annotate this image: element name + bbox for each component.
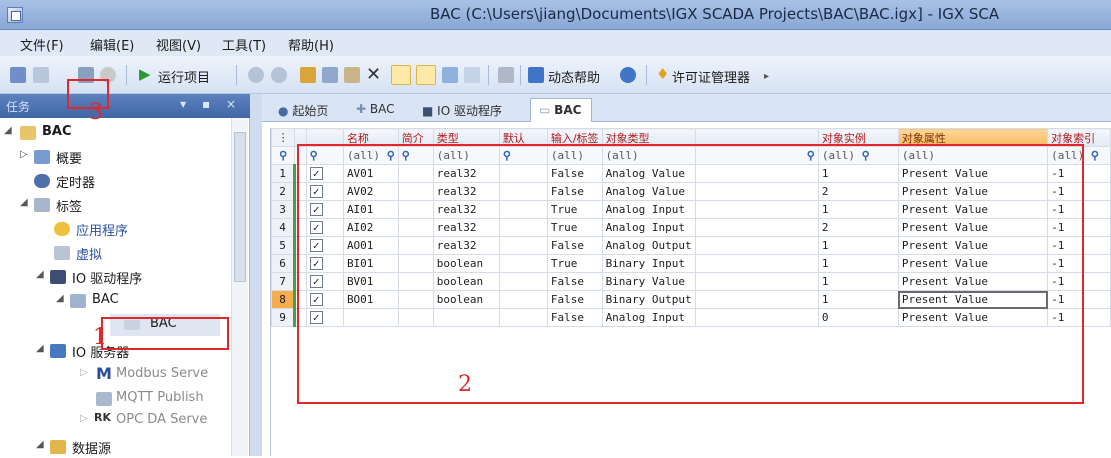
cut-icon[interactable] <box>300 67 316 83</box>
home-icon: ● <box>278 104 289 118</box>
collapse-icon[interactable]: ◢ <box>36 343 46 354</box>
list-view-icon[interactable] <box>416 65 436 85</box>
menu-file[interactable]: 文件(F) <box>20 35 64 54</box>
row-number[interactable]: 5 <box>270 236 296 255</box>
row-number[interactable]: 6 <box>270 254 296 273</box>
dynamic-help-icon[interactable] <box>528 67 544 83</box>
project-icon <box>20 126 36 140</box>
annotation-number-1: 1 <box>93 325 107 350</box>
device-icon: ▭ <box>539 103 551 117</box>
row-number[interactable]: 1 <box>270 164 296 183</box>
annotation-box-1 <box>101 317 229 350</box>
row-number[interactable]: 9 <box>270 308 296 327</box>
undo-icon[interactable] <box>248 67 264 83</box>
filter-row-icon: ⚲ <box>270 146 296 165</box>
mqtt-icon <box>96 392 112 406</box>
clock-icon <box>34 174 50 188</box>
io-driver-icon: ■ <box>422 104 434 118</box>
toolbar-separator <box>646 65 647 85</box>
redo-icon[interactable] <box>271 67 287 83</box>
document-tabs: ● 起始页 ✚ BAC ■ IO 驱动程序 ▭ BAC <box>262 94 1111 122</box>
annotation-box-2 <box>297 144 1084 404</box>
run-icon[interactable]: ▶ <box>139 66 151 82</box>
row-number[interactable]: 8 <box>270 290 296 309</box>
collapse-icon[interactable]: ◢ <box>4 125 14 136</box>
toolbar-separator <box>126 65 127 85</box>
license-icon[interactable]: ♦ <box>656 65 669 83</box>
row-selector-header[interactable]: ⋮ <box>270 128 296 147</box>
collapse-icon[interactable]: ◢ <box>56 293 66 304</box>
panel-splitter[interactable] <box>250 94 262 456</box>
tab-io-drivers[interactable]: ■ IO 驱动程序 <box>414 98 512 122</box>
project-tree: ◢ BAC ▷ 概要 定时器 ◢ 标签 应用程序 虚拟 ◢ IO 驱动程序 ◢ … <box>0 118 250 457</box>
copy-icon[interactable] <box>322 67 338 83</box>
application-icon <box>54 222 70 236</box>
row-number[interactable]: 4 <box>270 218 296 237</box>
new-project-icon[interactable] <box>10 67 26 83</box>
network-icon <box>70 294 86 308</box>
run-project-button[interactable]: 运行项目 <box>158 67 210 86</box>
menu-help[interactable]: 帮助(H) <box>288 35 334 54</box>
opc-icon: RK <box>94 411 111 424</box>
annotation-number-2: 2 <box>458 372 472 397</box>
data-source-icon <box>50 440 66 454</box>
io-driver-icon <box>50 270 66 284</box>
tab-start-page[interactable]: ● 起始页 <box>270 98 338 122</box>
io-server-icon <box>50 344 66 358</box>
row-number[interactable]: 7 <box>270 272 296 291</box>
tag-icon <box>34 198 50 212</box>
toolbar-separator <box>236 65 237 85</box>
virtual-icon <box>54 246 70 260</box>
license-manager-button[interactable]: 许可证管理器 <box>672 67 750 86</box>
collapse-icon[interactable]: ◢ <box>20 197 30 208</box>
toolbar: ▶ 运行项目 ✕ 动态帮助 ♦ 许可证管理器 ▸ <box>0 56 1111 94</box>
expand-icon[interactable]: ▷ <box>20 149 30 160</box>
menu-tools[interactable]: 工具(T) <box>222 35 266 54</box>
tree-scrollbar[interactable] <box>231 118 248 456</box>
dynamic-help-button[interactable]: 动态帮助 <box>548 67 600 86</box>
tab-bac-driver[interactable]: ✚ BAC <box>348 98 405 122</box>
delete-icon[interactable]: ✕ <box>366 64 381 85</box>
scrollbar-thumb[interactable] <box>234 132 246 282</box>
menu-edit[interactable]: 编辑(E) <box>90 35 134 54</box>
collapse-icon[interactable]: ◢ <box>36 439 46 450</box>
open-project-icon[interactable] <box>33 67 49 83</box>
overview-icon <box>34 150 50 164</box>
collapse-icon[interactable]: ◢ <box>36 269 46 280</box>
expand-icon[interactable]: ▷ <box>80 413 90 424</box>
settings-icon[interactable] <box>498 67 514 83</box>
expand-icon[interactable]: ▷ <box>80 367 90 378</box>
title-bar: BAC (C:\Users\jiang\Documents\IGX SCADA … <box>0 0 1111 30</box>
grid-view-icon[interactable] <box>391 65 411 85</box>
toolbar-separator <box>520 65 521 85</box>
task-panel-header: 任务 ▾ ▪ × <box>0 94 250 118</box>
row-number[interactable]: 3 <box>270 200 296 219</box>
task-panel-title: 任务 <box>6 100 31 114</box>
modbus-icon: M <box>96 364 112 383</box>
window-title: BAC (C:\Users\jiang\Documents\IGX SCADA … <box>430 5 1000 23</box>
toolbar-overflow-icon[interactable]: ▸ <box>764 71 769 82</box>
network-icon: ✚ <box>356 102 367 116</box>
menu-bar: 文件(F) 编辑(E) 视图(V) 工具(T) 帮助(H) <box>0 30 1111 56</box>
tab-bac-device[interactable]: ▭ BAC <box>530 98 593 122</box>
menu-view[interactable]: 视图(V) <box>156 35 201 54</box>
document-icon[interactable] <box>464 67 480 83</box>
annotation-number-3: 3 <box>89 100 103 125</box>
paste-icon[interactable] <box>344 67 360 83</box>
panel-controls[interactable]: ▾ ▪ × <box>180 97 242 111</box>
app-icon <box>7 7 23 23</box>
row-number[interactable]: 2 <box>270 182 296 201</box>
info-icon[interactable] <box>620 67 636 83</box>
toolbar-separator <box>488 65 489 85</box>
window-icon[interactable] <box>442 67 458 83</box>
